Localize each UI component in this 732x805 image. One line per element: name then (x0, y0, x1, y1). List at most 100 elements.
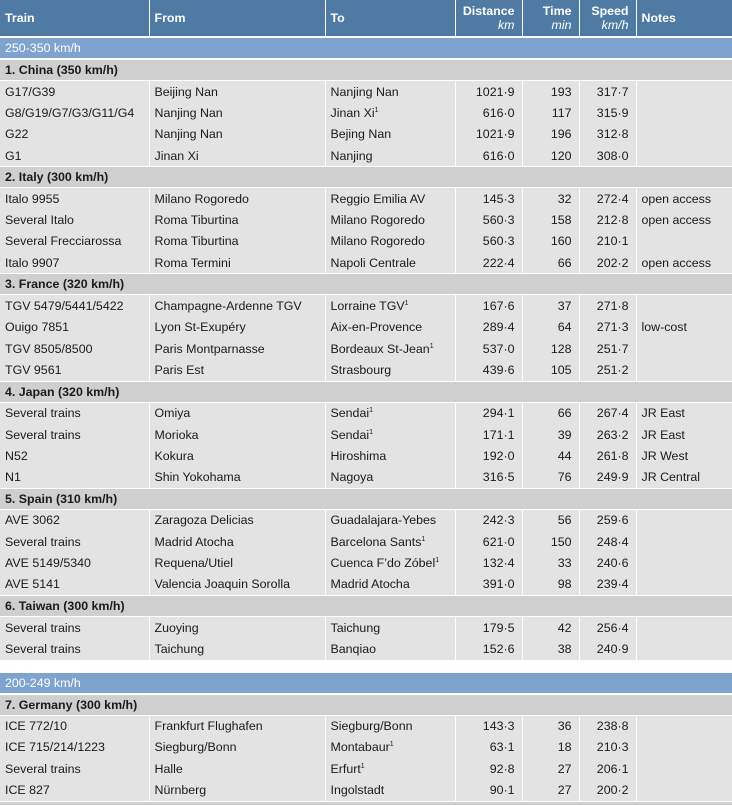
time-cell: 120 (522, 144, 580, 168)
notes-cell (636, 552, 732, 574)
to-cell: Sendai1 (325, 402, 456, 424)
notes-cell (636, 736, 732, 759)
col-header-time-unit: min (551, 18, 572, 32)
notes-cell: low-cost (636, 316, 732, 338)
from-cell: Requena/Utiel (149, 552, 326, 574)
time-cell: 66 (522, 402, 580, 424)
to-station: Banqiao (330, 641, 376, 656)
to-cell: Montabaur1 (325, 736, 456, 759)
notes-cell (636, 144, 732, 168)
notes-cell (636, 123, 732, 145)
notes-cell: open access (636, 252, 732, 275)
from-cell: Morioka (149, 423, 326, 446)
time-cell: 76 (522, 466, 580, 489)
from-cell: Paris Est (149, 359, 326, 382)
to-cell: Reggio Emilia AV (325, 187, 456, 210)
to-station: Sendai (330, 427, 370, 442)
distance-cell: 143·3 (455, 715, 523, 737)
to-cell: Sendai1 (325, 423, 456, 446)
to-station: Barcelona Sants (330, 534, 422, 549)
train-cell: Several Frecciarossa (0, 230, 150, 253)
notes-cell (636, 715, 732, 737)
speed-cell: 263·2 (579, 423, 637, 446)
distance-cell: 616·0 (455, 144, 523, 168)
time-cell: 193 (522, 80, 580, 103)
band-spacer (0, 660, 732, 672)
table-row: Ouigo 7851 Lyon St-Exupéry Aix-en-Provence… (0, 316, 732, 338)
train-cell: G17/G39 (0, 80, 150, 103)
to-cell: Jinan Xi1 (325, 102, 456, 124)
col-header-distance-unit: km (497, 18, 515, 32)
table-row: Italo 9955 Milano Rogoredo Reggio Emilia A… (0, 187, 732, 210)
footnote-marker: 1 (360, 762, 365, 770)
from-cell: Zuoying (149, 616, 326, 639)
distance-cell: 167·6 (455, 294, 523, 317)
country-group-row: 6. Taiwan (300 km/h) (0, 595, 732, 617)
col-header-distance: Distance km (455, 0, 523, 37)
from-cell: Beijing Nan (149, 80, 326, 103)
country-group-row: 3. France (320 km/h) (0, 273, 732, 296)
to-cell: Erfurt1 (325, 758, 456, 780)
table-row: G1 Jinan Xi Nanjing 616·0 120 308·0 (0, 144, 732, 168)
train-cell: Several trains (0, 531, 150, 553)
distance-cell: 192·0 (455, 445, 523, 467)
to-cell: Guadalajara-Yebes (325, 509, 456, 532)
notes-cell (636, 616, 732, 639)
table-row: TGV 5479/5441/5422 Champagne-Ardenne TGV L… (0, 294, 732, 317)
speed-cell: 261·8 (579, 445, 637, 467)
footnote-marker: 1 (369, 428, 373, 436)
train-cell: TGV 5479/5441/5422 (0, 294, 150, 317)
notes-cell: JR East (636, 423, 732, 446)
to-cell: Nanjing Nan (325, 80, 456, 103)
notes-cell (636, 230, 732, 253)
table-header: Train From To Distance km Time min Speed… (0, 0, 732, 37)
from-cell: Champagne-Ardenne TGV (149, 294, 326, 317)
footnote-marker: 1 (404, 299, 409, 307)
col-header-speed: Speed km/h (579, 0, 637, 37)
to-cell: Siegburg/Bonn (325, 715, 456, 737)
train-cell: G8/G19/G7/G3/G11/G4 (0, 102, 150, 124)
to-station: Cuenca F’do Zóbel (330, 555, 436, 570)
speed-cell: 271·3 (579, 316, 637, 338)
train-cell: Italo 9955 (0, 187, 150, 210)
from-cell: Lyon St-Exupéry (149, 316, 326, 338)
to-cell: Milano Rogoredo (325, 230, 456, 253)
to-station: Milano Rogoredo (330, 234, 425, 249)
table-row: ICE 715/214/1223 Siegburg/Bonn Montabaur1 6… (0, 736, 732, 759)
time-cell: 36 (522, 715, 580, 737)
train-cell: G22 (0, 123, 150, 145)
notes-cell (636, 337, 732, 360)
to-station: Nanjing (330, 148, 373, 163)
to-station: Sendai (330, 406, 370, 421)
train-cell: Several trains (0, 638, 150, 661)
distance-cell: 63·1 (455, 736, 523, 759)
speed-cell: 308·0 (579, 144, 637, 168)
table-row: Italo 9907 Roma Termini Napoli Centrale 222… (0, 252, 732, 275)
speed-cell: 248·4 (579, 531, 637, 553)
from-cell: Roma Termini (149, 252, 326, 275)
from-cell: Frankfurt Flughafen (149, 715, 326, 737)
speed-band-row: 200-249 km/h (0, 670, 732, 695)
notes-cell: open access (636, 209, 732, 231)
col-header-from: From (149, 0, 326, 37)
to-cell: Aix-en-Provence (325, 316, 456, 338)
from-cell: Valencia Joaquin Sorolla (149, 573, 326, 596)
distance-cell: 92·8 (455, 758, 523, 780)
time-cell: 18 (522, 736, 580, 759)
band-spacer-cell (0, 660, 732, 672)
distance-cell: 439·6 (455, 359, 523, 382)
from-cell: Nanjing Nan (149, 123, 326, 145)
from-cell: Nanjing Nan (149, 102, 326, 124)
from-cell: Roma Tiburtina (149, 230, 326, 253)
distance-cell: 132·4 (455, 552, 523, 574)
table-bottom-rule (0, 801, 732, 805)
speed-cell: 271·8 (579, 294, 637, 317)
col-header-to: To (325, 0, 456, 37)
to-cell: Hiroshima (325, 445, 456, 467)
time-cell: 37 (522, 294, 580, 317)
to-cell: Bordeaux St-Jean1 (325, 337, 456, 360)
table-bottom-rule-cell (0, 801, 732, 805)
train-cell: Italo 9907 (0, 252, 150, 275)
notes-cell (636, 531, 732, 553)
time-cell: 38 (522, 638, 580, 661)
